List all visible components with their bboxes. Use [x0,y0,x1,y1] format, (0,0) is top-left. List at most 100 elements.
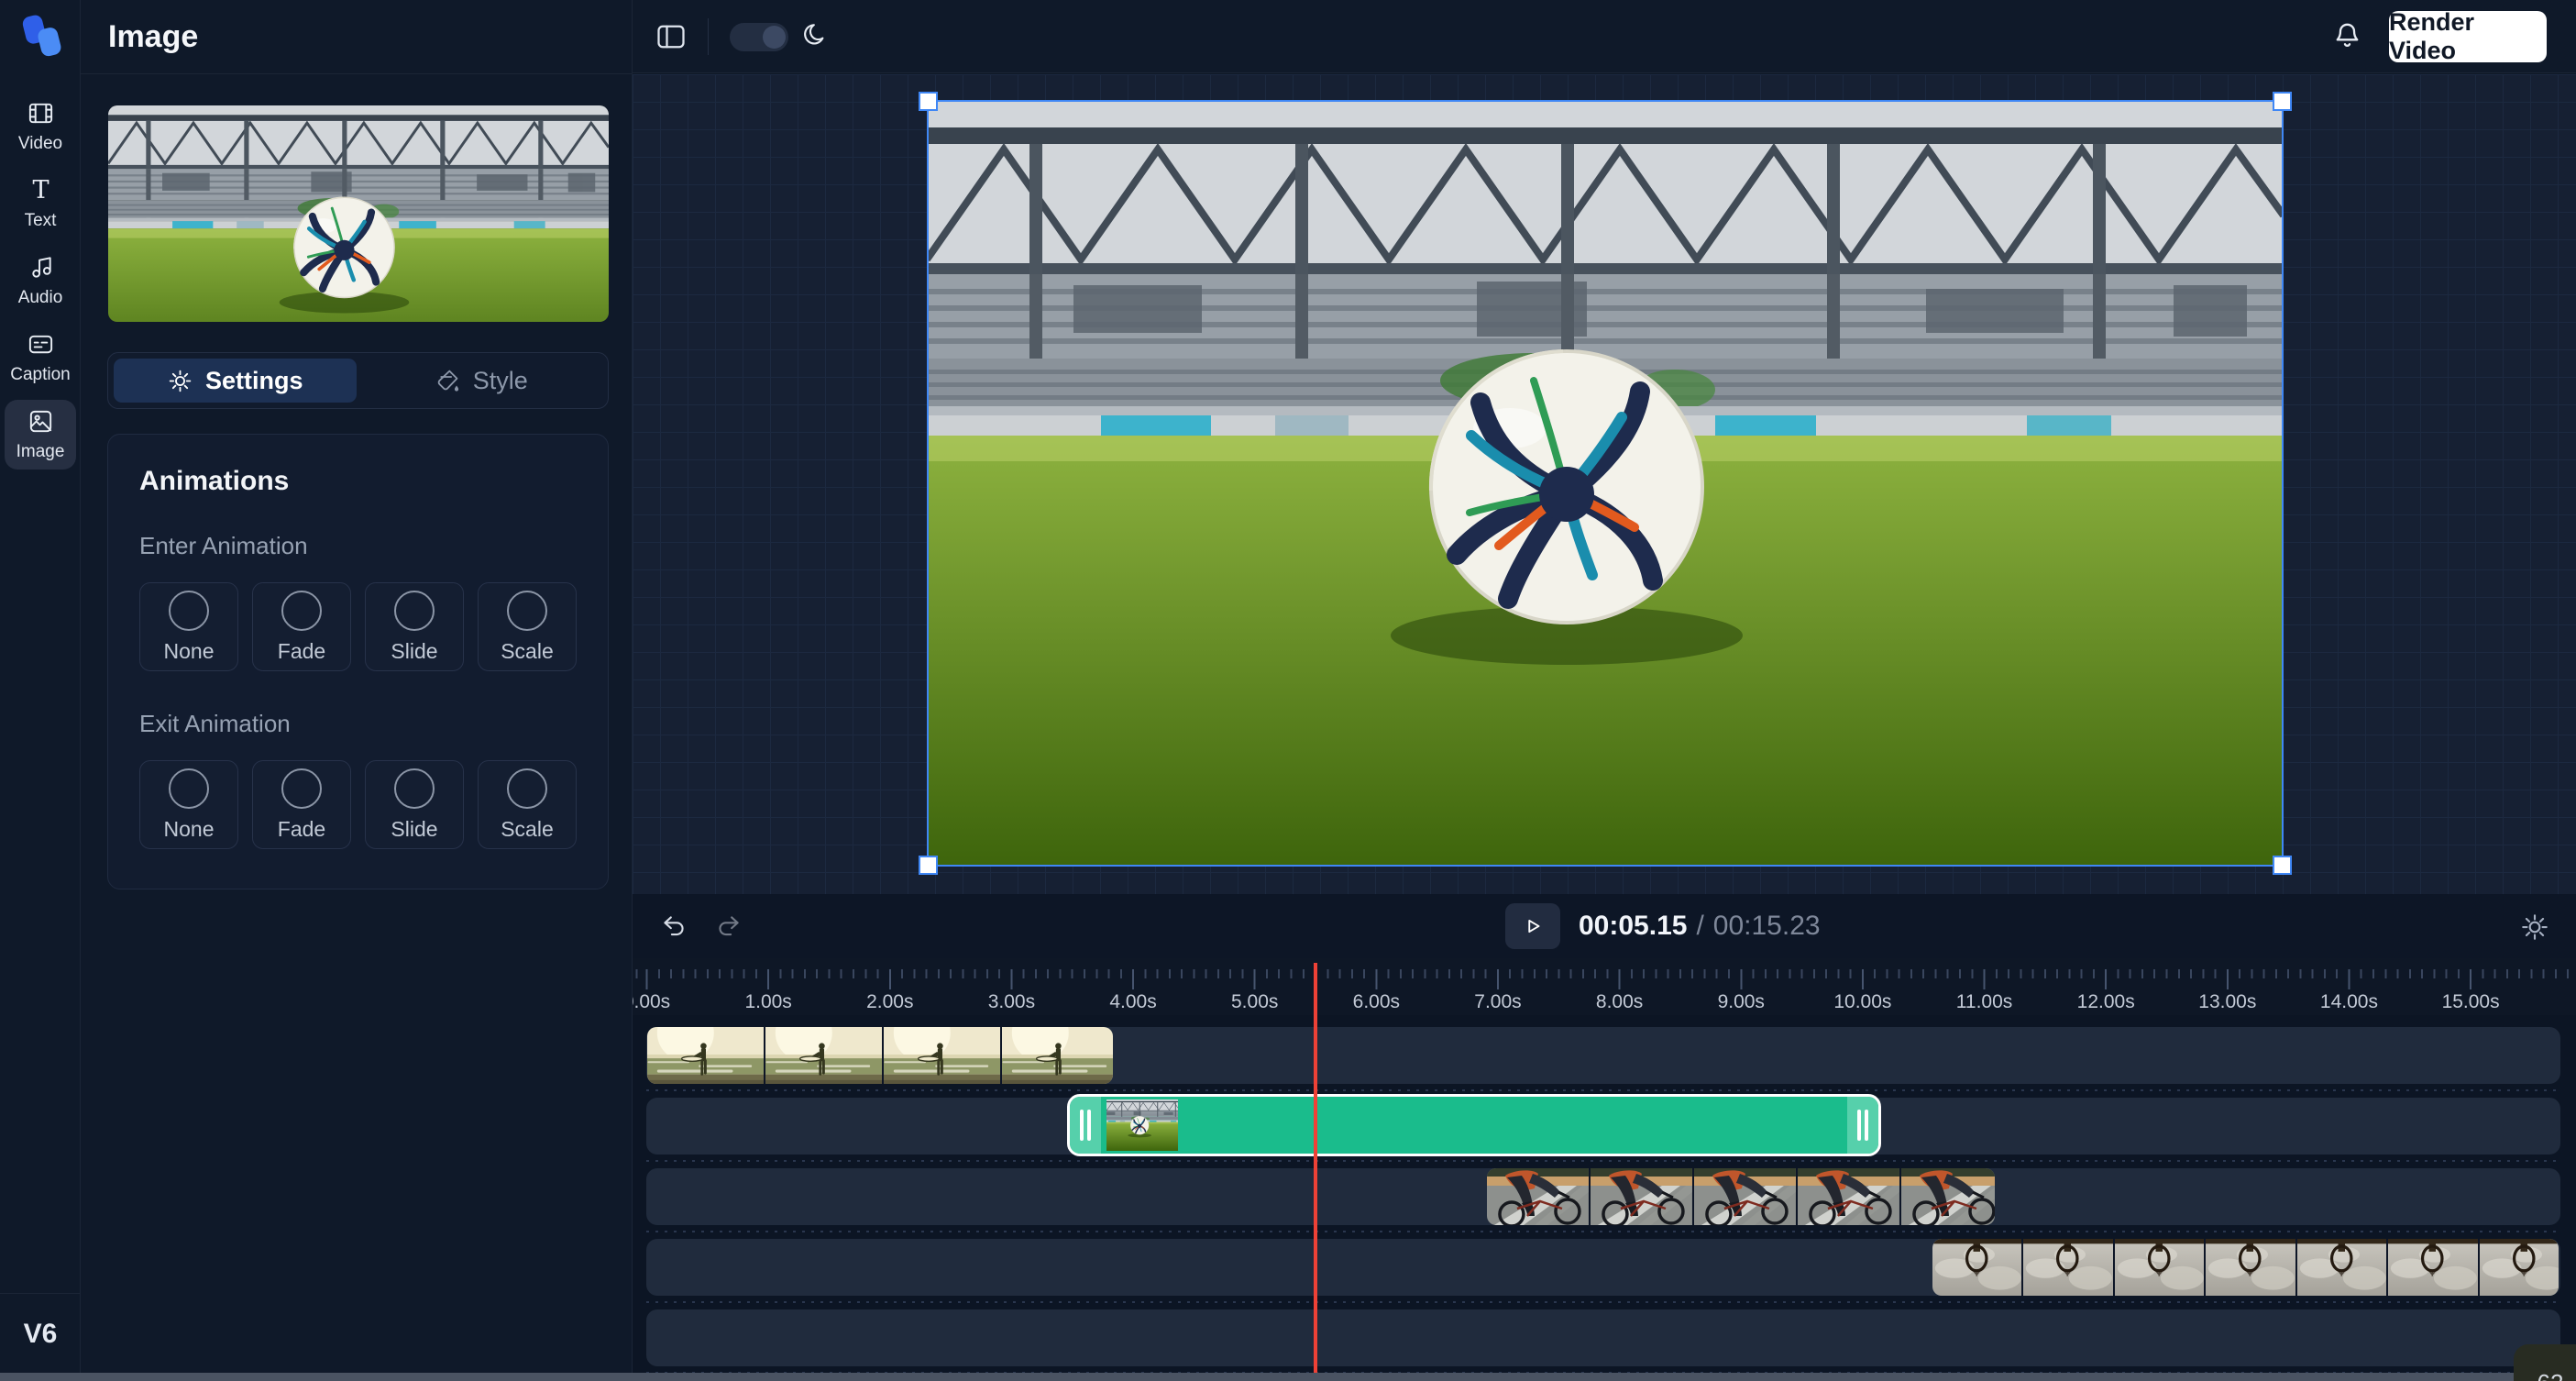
time-display: 00:05.15 / 00:15.23 [1579,894,1821,958]
ruler-label: 4.00s [1109,991,1156,1013]
play-button[interactable] [1505,903,1560,949]
animation-options-row: None Fade Slide Scale [139,760,577,849]
surf-clip[interactable] [647,1027,1113,1084]
video-editor-app: Video TText Audio Caption Image V6 Image Set… [0,0,2576,1381]
track-row-dots [646,1160,2560,1162]
animation-groups: Enter AnimationNoneFadeSlideScaleExit An… [139,532,577,849]
image-preview-thumbnail [108,105,609,322]
track-row[interactable] [646,1309,2560,1366]
stadium-image [929,102,2282,865]
animation-option-label: Scale [501,817,554,842]
ruler-label: 1.00s [744,991,791,1013]
ruler-label: 7.00s [1474,991,1521,1013]
cycle-thumbnail [1901,1168,1996,1225]
surf-thumbnail [647,1027,765,1084]
cycle-thumbnail [1487,1168,1591,1225]
selected-image-clip[interactable] [1067,1094,1881,1156]
bell-icon[interactable] [2330,19,2364,53]
trim-grip-bar [1087,1110,1091,1141]
theme-toggle[interactable] [730,23,788,51]
redo-icon[interactable] [713,911,744,942]
sidebar-item-audio[interactable]: Audio [5,246,76,315]
animation-option-slide[interactable]: Slide [365,582,464,671]
caption-icon [27,330,55,359]
panel-tabs: Settings Style [107,352,609,409]
animation-group-label: Exit Animation [139,710,577,738]
animation-option-circle-icon [507,591,547,631]
render-video-button[interactable]: Render Video [2389,11,2547,62]
ruler-label: 14.00s [2320,991,2378,1013]
animation-group-label: Enter Animation [139,532,577,560]
track-row-dots [646,1089,2560,1091]
resize-handle-bottom-right[interactable] [2273,856,2292,875]
animation-option-none[interactable]: None [139,760,238,849]
icon-rail: Video TText Audio Caption Image V6 [0,0,81,1381]
sidebar-item-image[interactable]: Image [5,400,76,470]
animation-option-circle-icon [394,591,435,631]
moon-icon[interactable] [801,21,832,52]
film-icon [27,99,55,127]
stadium-thumbnail [1106,1099,1178,1151]
track-row-dots [646,1301,2560,1303]
tab-label: Settings [205,367,303,395]
timeline-ruler[interactable]: 0.00s1.00s2.00s3.00s4.00s5.00s6.00s7.00s… [633,958,2576,1015]
animation-option-none[interactable]: None [139,582,238,671]
timeline-tracks [633,1015,2576,1381]
undo-icon[interactable] [658,911,689,942]
sidebar-item-label: Caption [10,365,71,385]
page-title: Image [108,19,198,55]
music-icon [27,253,55,282]
animation-option-fade[interactable]: Fade [252,582,351,671]
clip-trim-handle-left[interactable] [1070,1097,1101,1154]
hoop-thumbnail [1932,1239,2024,1296]
cycle-clip[interactable] [1487,1168,1995,1225]
animation-option-fade[interactable]: Fade [252,760,351,849]
playback-bar: 00:05.15 / 00:15.23 [633,894,2576,958]
cycle-thumbnail [1694,1168,1798,1225]
animation-option-scale[interactable]: Scale [478,582,577,671]
selected-image-frame[interactable] [927,100,2284,867]
app-logo-icon[interactable] [17,12,65,60]
topbar-divider [708,18,709,55]
tab-style[interactable]: Style [360,359,603,403]
animation-option-circle-icon [169,591,209,631]
animation-option-label: Fade [278,817,325,842]
properties-panel: Image SettingsStyle Animations Enter Ani… [81,0,633,1381]
zoom-badge: 62 [2514,1344,2576,1381]
cycle-thumbnail [1798,1168,1901,1225]
clip-trim-handle-right[interactable] [1847,1097,1878,1154]
ruler-ticks-major [633,969,2576,989]
sidebar-item-caption[interactable]: Caption [5,323,76,392]
playhead[interactable] [1314,963,1317,1381]
resize-handle-top-left[interactable] [919,92,938,111]
animations-card: Animations Enter AnimationNoneFadeSlideS… [107,434,609,889]
animation-option-scale[interactable]: Scale [478,760,577,849]
surf-thumbnail [884,1027,1002,1084]
rail-divider [0,1293,81,1294]
ruler-label: 10.00s [1833,991,1891,1013]
animation-option-circle-icon [281,768,322,809]
theme-toggle-knob [763,26,786,49]
resize-handle-top-right[interactable] [2273,92,2292,111]
sidebar-item-video[interactable]: Video [5,92,76,161]
animation-option-label: Slide [391,639,437,664]
hoop-thumbnail [2480,1239,2559,1296]
timeline-settings-gear-icon[interactable] [2519,911,2550,943]
ruler-label: 0.00s [633,991,670,1013]
panel-toggle-icon[interactable] [655,20,688,53]
sidebar-item-label: Image [17,442,65,462]
sidebar-item-label: Text [25,211,57,231]
animation-option-circle-icon [169,768,209,809]
ruler-label: 9.00s [1718,991,1765,1013]
preview-canvas[interactable] [633,74,2576,894]
hoop-clip[interactable] [1932,1239,2559,1296]
version-label: V6 [0,1319,81,1350]
resize-handle-bottom-left[interactable] [919,856,938,875]
sidebar-item-label: Audio [18,288,63,308]
horizontal-scrollbar[interactable] [0,1373,2576,1381]
gear-icon [167,368,193,394]
sidebar-item-text[interactable]: TText [5,169,76,238]
tab-settings[interactable]: Settings [114,359,357,403]
animation-option-slide[interactable]: Slide [365,760,464,849]
ruler-label: 6.00s [1353,991,1400,1013]
